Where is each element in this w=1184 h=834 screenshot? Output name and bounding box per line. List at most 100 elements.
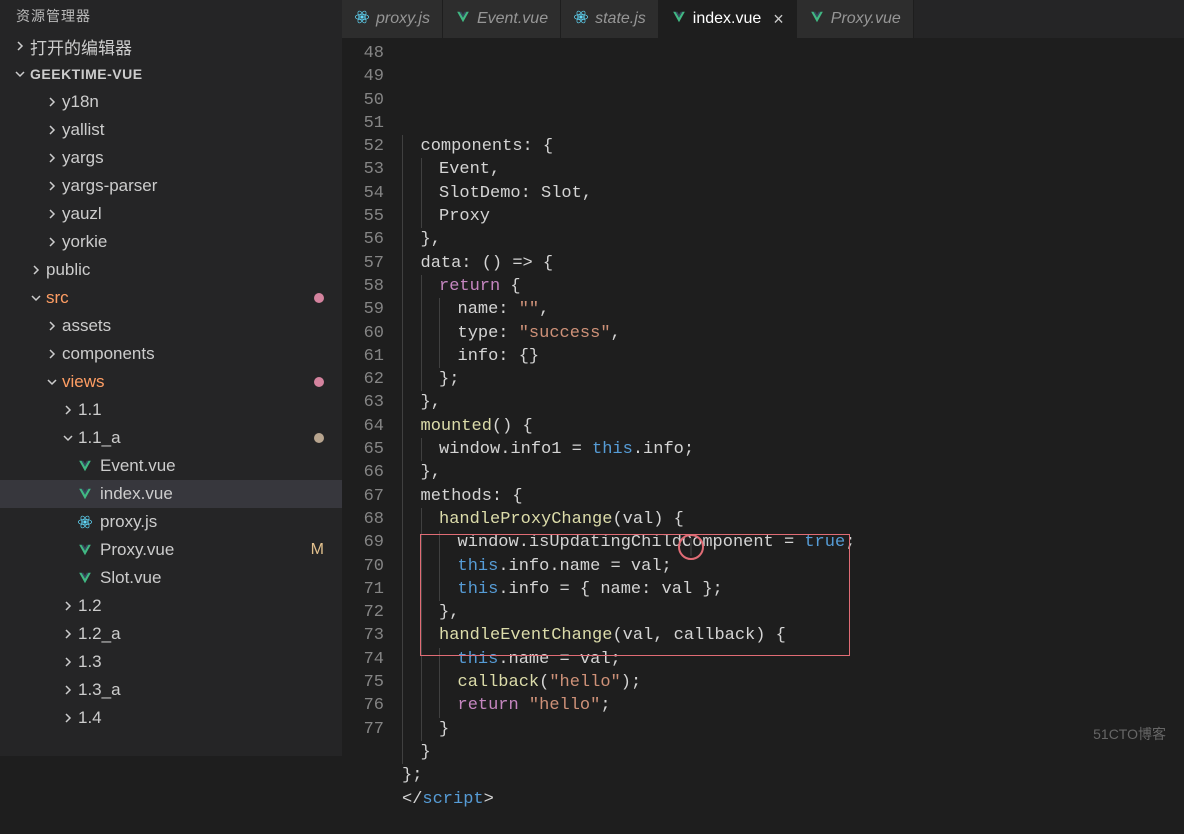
- tab-Proxy-vue[interactable]: Proxy.vue: [797, 0, 914, 38]
- code-line[interactable]: };: [402, 764, 1184, 787]
- item-label: Slot.vue: [100, 568, 161, 588]
- code-line[interactable]: },: [402, 228, 1184, 251]
- chevron-right-icon: [44, 122, 60, 138]
- react-icon: [573, 9, 589, 29]
- tree-item-yauzl[interactable]: yauzl: [0, 200, 342, 228]
- code-line[interactable]: return {: [402, 275, 1184, 298]
- code-line[interactable]: this.info = { name: val };: [402, 578, 1184, 601]
- code-line[interactable]: data: () => {: [402, 252, 1184, 275]
- code-line[interactable]: name: "",: [402, 298, 1184, 321]
- line-number: 63: [342, 391, 384, 414]
- react-icon: [354, 9, 370, 29]
- chevron-right-icon: [28, 262, 44, 278]
- code-line[interactable]: Proxy: [402, 205, 1184, 228]
- chevron-right-icon: [44, 206, 60, 222]
- code-line[interactable]: callback("hello");: [402, 671, 1184, 694]
- code-line[interactable]: this.info.name = val;: [402, 555, 1184, 578]
- tree-item-1-2_a[interactable]: 1.2_a: [0, 620, 342, 648]
- chevron-right-icon: [44, 94, 60, 110]
- code-line[interactable]: type: "success",: [402, 322, 1184, 345]
- tree-item-1-2[interactable]: 1.2: [0, 592, 342, 620]
- tree-item-proxy-js[interactable]: proxy.js: [0, 508, 342, 536]
- code-line[interactable]: SlotDemo: Slot,: [402, 182, 1184, 205]
- chevron-right-icon: [60, 598, 76, 614]
- sidebar: 资源管理器 打开的编辑器 GEEKTIME-VUE y18nyallistyar…: [0, 0, 342, 756]
- code-line[interactable]: Event,: [402, 158, 1184, 181]
- code-editor[interactable]: 4849505152535455565758596061626364656667…: [342, 38, 1184, 834]
- tree-item-Slot-vue[interactable]: Slot.vue: [0, 564, 342, 592]
- line-number: 75: [342, 671, 384, 694]
- tree-item-1-3[interactable]: 1.3: [0, 648, 342, 676]
- code-line[interactable]: this.name = val;: [402, 648, 1184, 671]
- line-number: 70: [342, 555, 384, 578]
- chevron-right-icon: [60, 682, 76, 698]
- tree-item-components[interactable]: components: [0, 340, 342, 368]
- line-number: 58: [342, 275, 384, 298]
- code-line[interactable]: window.isUpdatingChildComponent = true;: [402, 531, 1184, 554]
- chevron-right-icon: [44, 178, 60, 194]
- open-editors-section[interactable]: 打开的编辑器: [0, 32, 342, 60]
- tree-item-1-4[interactable]: 1.4: [0, 704, 342, 732]
- code-line[interactable]: </script>: [402, 788, 1184, 811]
- tree-item-1-1_a[interactable]: 1.1_a: [0, 424, 342, 452]
- tab-state-js[interactable]: state.js: [561, 0, 659, 38]
- file-tree: 打开的编辑器 GEEKTIME-VUE y18nyallist yargs yarg…: [0, 32, 342, 756]
- vue-icon: [76, 457, 94, 475]
- item-label: yauzl: [62, 204, 102, 224]
- tree-item-assets[interactable]: assets: [0, 312, 342, 340]
- item-label: yargs: [62, 148, 104, 168]
- tab-bar: proxy.jsEvent.vuestate.jsindex.vue×Proxy…: [342, 0, 1184, 38]
- code-line[interactable]: },: [402, 461, 1184, 484]
- item-label: 1.3_a: [78, 680, 121, 700]
- tab-index-vue[interactable]: index.vue×: [659, 0, 797, 38]
- item-label: 1.1: [78, 400, 102, 420]
- code-line[interactable]: }: [402, 741, 1184, 764]
- code-content[interactable]: components: {Event,SlotDemo: Slot,Proxy}…: [402, 42, 1184, 834]
- item-label: index.vue: [100, 484, 173, 504]
- modified-dot-icon: [314, 377, 324, 387]
- code-line[interactable]: [402, 811, 1184, 834]
- tab-Event-vue[interactable]: Event.vue: [443, 0, 561, 38]
- vue-icon: [455, 10, 471, 28]
- chevron-right-icon: [12, 38, 28, 54]
- item-label: Event.vue: [100, 456, 176, 476]
- chevron-right-icon: [44, 346, 60, 362]
- git-status-icon: M: [311, 541, 324, 559]
- code-line[interactable]: return "hello";: [402, 694, 1184, 717]
- tree-item-1-1[interactable]: 1.1: [0, 396, 342, 424]
- chevron-down-icon: [60, 430, 76, 446]
- code-line[interactable]: methods: {: [402, 485, 1184, 508]
- close-icon[interactable]: ×: [773, 9, 784, 30]
- tree-item-src[interactable]: src: [0, 284, 342, 312]
- tree-item-yallist[interactable]: yallist: [0, 116, 342, 144]
- project-header[interactable]: GEEKTIME-VUE: [0, 60, 342, 88]
- line-number: 73: [342, 624, 384, 647]
- code-line[interactable]: info: {}: [402, 345, 1184, 368]
- item-label: yorkie: [62, 232, 107, 252]
- code-line[interactable]: },: [402, 601, 1184, 624]
- tree-item-y18n[interactable]: y18n: [0, 88, 342, 116]
- code-line[interactable]: handleProxyChange(val) {: [402, 508, 1184, 531]
- tree-item-public[interactable]: public: [0, 256, 342, 284]
- tree-item-yargs-parser[interactable]: yargs-parser: [0, 172, 342, 200]
- code-line[interactable]: mounted() {: [402, 415, 1184, 438]
- tree-item-yorkie[interactable]: yorkie: [0, 228, 342, 256]
- line-number: 49: [342, 65, 384, 88]
- code-line[interactable]: handleEventChange(val, callback) {: [402, 624, 1184, 647]
- line-number: 60: [342, 322, 384, 345]
- tree-item-views[interactable]: views: [0, 368, 342, 396]
- code-line[interactable]: };: [402, 368, 1184, 391]
- tree-item-Proxy-vue[interactable]: Proxy.vueM: [0, 536, 342, 564]
- chevron-right-icon: [44, 150, 60, 166]
- tree-item-Event-vue[interactable]: Event.vue: [0, 452, 342, 480]
- tab-proxy-js[interactable]: proxy.js: [342, 0, 443, 38]
- item-label: 1.2: [78, 596, 102, 616]
- code-line[interactable]: },: [402, 391, 1184, 414]
- tree-item-yargs[interactable]: yargs: [0, 144, 342, 172]
- code-line[interactable]: components: {: [402, 135, 1184, 158]
- open-editors-label: 打开的编辑器: [30, 34, 132, 59]
- code-line[interactable]: window.info1 = this.info;: [402, 438, 1184, 461]
- tree-item-1-3_a[interactable]: 1.3_a: [0, 676, 342, 704]
- code-line[interactable]: }: [402, 718, 1184, 741]
- tree-item-index-vue[interactable]: index.vue: [0, 480, 342, 508]
